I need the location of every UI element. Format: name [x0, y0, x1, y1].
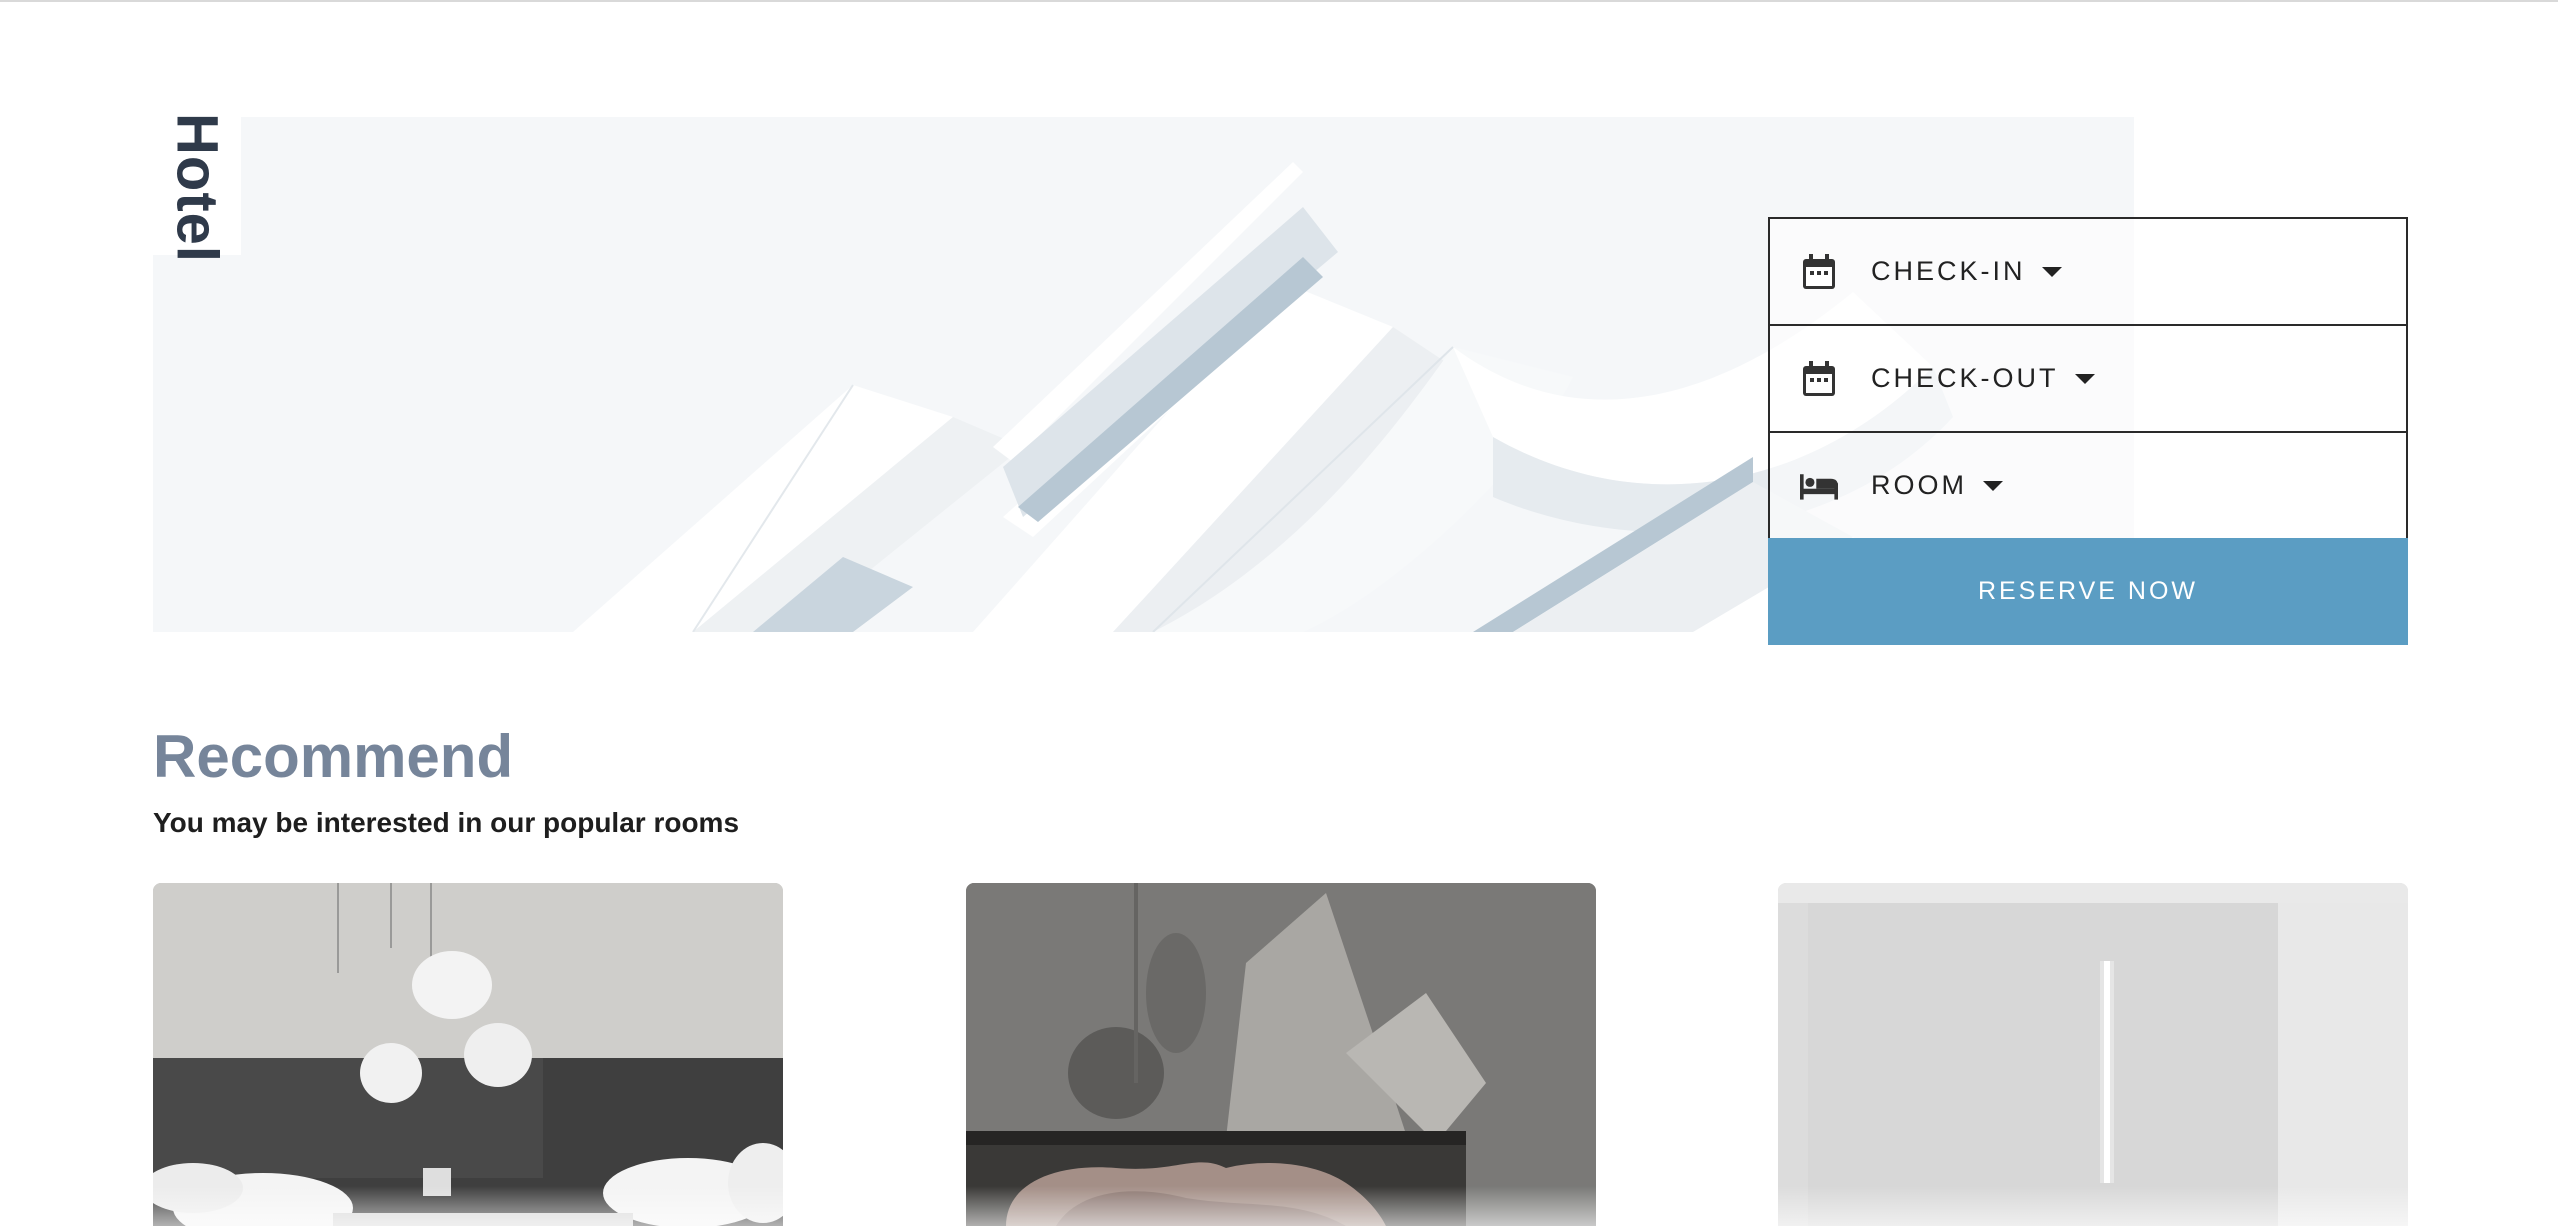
chevron-down-icon	[2041, 266, 2062, 277]
room-card[interactable]	[153, 883, 783, 1226]
room-label: ROOM	[1871, 470, 1967, 500]
calendar-icon	[1800, 360, 1838, 398]
top-border	[0, 0, 2558, 2]
reserve-now-button[interactable]: RESERVE NOW	[1768, 538, 2408, 645]
booking-form: CHECK-IN CHECK-OUT ROOM RESERVE NOW	[1768, 217, 2408, 645]
checkout-select[interactable]: CHECK-OUT	[1768, 324, 2408, 433]
room-select[interactable]: ROOM	[1768, 431, 2408, 540]
chevron-down-icon	[2074, 373, 2095, 384]
room-photo	[153, 883, 783, 1226]
recommend-subtitle: You may be interested in our popular roo…	[153, 807, 740, 838]
calendar-icon	[1800, 253, 1838, 291]
bed-icon	[1800, 467, 1838, 505]
room-photo	[1778, 883, 2408, 1226]
brand-logo[interactable]: Hotel	[164, 113, 231, 263]
checkin-label: CHECK-IN	[1871, 256, 2026, 286]
room-photo	[966, 883, 1596, 1226]
checkout-label: CHECK-OUT	[1871, 363, 2059, 393]
recommend-title: Recommend	[153, 723, 514, 790]
room-card[interactable]	[1778, 883, 2408, 1226]
room-card[interactable]	[966, 883, 1596, 1226]
checkin-select[interactable]: CHECK-IN	[1768, 217, 2408, 326]
chevron-down-icon	[1983, 480, 2003, 491]
